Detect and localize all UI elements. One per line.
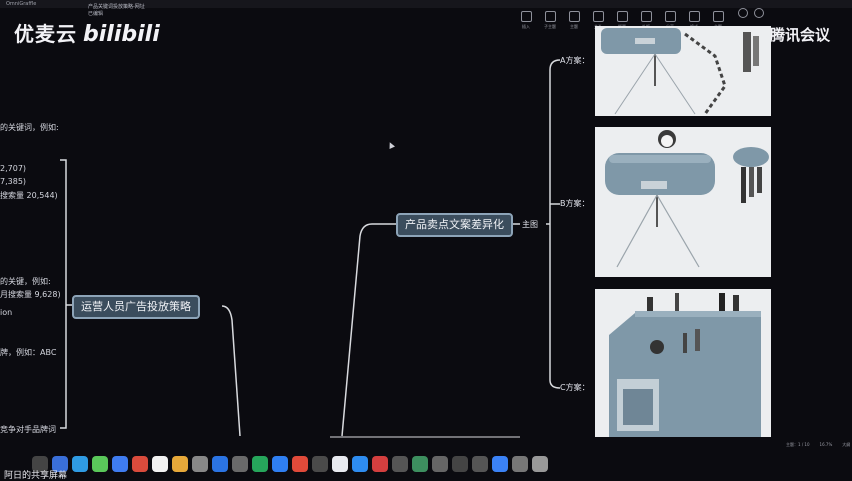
music-icon[interactable] (292, 456, 308, 472)
photos-icon[interactable] (132, 456, 148, 472)
folder-icon[interactable] (492, 456, 508, 472)
screen-icon[interactable] (452, 456, 468, 472)
docs-icon[interactable] (332, 456, 348, 472)
video-icon[interactable] (372, 456, 388, 472)
notes-icon[interactable] (172, 456, 188, 472)
topic-node-ad-strategy[interactable]: 运营人员广告投放策略 (72, 295, 200, 319)
messages-icon[interactable] (92, 456, 108, 472)
chrome-icon[interactable] (432, 456, 448, 472)
mail-icon[interactable] (112, 456, 128, 472)
app-store-icon[interactable] (212, 456, 228, 472)
wechat-icon[interactable] (252, 456, 268, 472)
terminal-icon[interactable] (312, 456, 328, 472)
topic-count: 主题：1 / 10 (786, 442, 810, 447)
trash-icon[interactable] (532, 456, 548, 472)
product-image-b[interactable] (595, 127, 771, 277)
left-text-line: 7,385) (0, 177, 27, 186)
pet-tub-illustration-c (595, 289, 771, 437)
pet-tub-illustration-b (595, 127, 771, 277)
branch-c-label[interactable]: C方案： (560, 382, 590, 393)
left-text-line: 牌，例如：ABC (0, 348, 57, 357)
settings-icon[interactable] (232, 456, 248, 472)
center-node-up-line (341, 223, 396, 437)
downloads-icon[interactable] (512, 456, 528, 472)
zoom-level[interactable]: 16.7% (820, 442, 833, 448)
excel-icon[interactable] (412, 456, 428, 472)
product-image-c[interactable] (595, 289, 771, 437)
status-bar: 主题：1 / 10 16.7% 大纲 (786, 442, 850, 448)
left-node-down-line (221, 305, 241, 437)
calendar-icon[interactable] (152, 456, 168, 472)
left-text-line: 的关键，例如: (0, 277, 51, 286)
topic-node-selling-points[interactable]: 产品卖点文案差异化 (396, 213, 513, 237)
branch-a-label[interactable]: A方案： (560, 55, 589, 66)
left-text-line: 竞争对手品牌词 (0, 425, 56, 434)
browser-icon[interactable] (352, 456, 368, 472)
screen-share-label: 阿日的共享屏幕 (4, 471, 68, 481)
preview-icon[interactable] (472, 456, 488, 472)
left-text-line: 的关键词，例如: (0, 123, 59, 132)
left-text-line: ion (0, 308, 13, 317)
left-text-line: 月搜索量 9,628) (0, 290, 61, 299)
outline-toggle[interactable]: 大纲 (842, 442, 850, 448)
branch-b-label[interactable]: B方案： (560, 198, 590, 209)
left-text-line: 2,707) (0, 164, 27, 173)
product-image-a[interactable] (595, 26, 771, 116)
branch-bracket-line (549, 59, 561, 389)
meeting-icon[interactable] (272, 456, 288, 472)
dock (0, 452, 852, 480)
tiktok-icon[interactable] (392, 456, 408, 472)
safari-icon[interactable] (72, 456, 88, 472)
connector-label-main-image[interactable]: 主图 (522, 219, 538, 230)
dock-icons (32, 456, 548, 472)
left-text-line: 搜索量 20,544) (0, 191, 58, 200)
reminders-icon[interactable] (192, 456, 208, 472)
pet-tub-illustration-a (595, 26, 771, 116)
